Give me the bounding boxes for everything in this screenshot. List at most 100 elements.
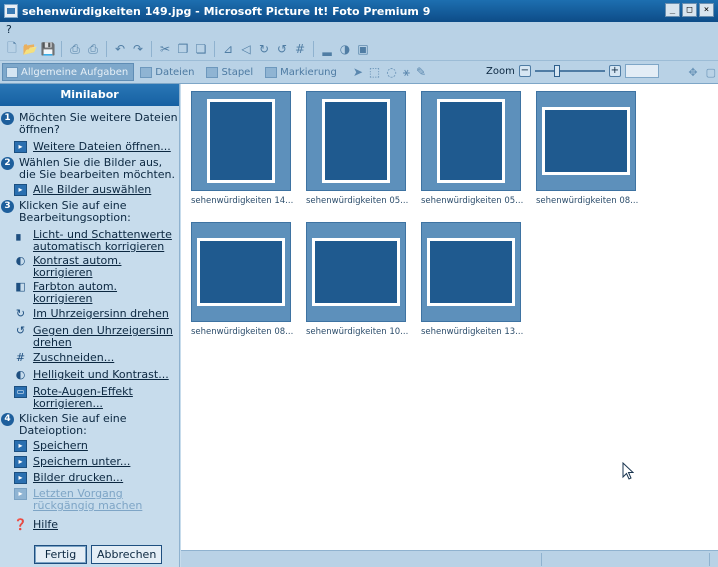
thumbnail[interactable]: sehenwürdigkeiten 10... <box>306 222 409 337</box>
photo-image <box>325 102 387 180</box>
redeye-icon: ▭ <box>14 386 27 398</box>
maximize-button[interactable]: □ <box>682 3 697 17</box>
levels-icon[interactable]: ▂ <box>319 41 335 57</box>
done-button[interactable]: Fertig <box>34 544 87 564</box>
step-4: 4 Klicken Sie auf eine Dateioption: <box>1 413 179 437</box>
close-button[interactable]: × <box>699 3 714 17</box>
thumbnail-area[interactable]: sehenwürdigkeiten 14... sehenwürdigkeite… <box>181 84 718 550</box>
step-text: Möchten Sie weitere Dateien öffnen? <box>19 111 178 136</box>
undo-icon[interactable]: ↶ <box>112 41 128 57</box>
toolbar-separator <box>214 41 215 57</box>
crop-icon[interactable]: # <box>292 41 308 57</box>
scan-icon[interactable]: ⎙ <box>67 41 83 57</box>
zoom-input[interactable] <box>624 64 659 78</box>
rotate-right-icon[interactable]: ↻ <box>256 41 272 57</box>
tab-general-tasks[interactable]: Allgemeine Aufgaben <box>2 63 135 81</box>
thumbnail[interactable]: sehenwürdigkeiten 14... <box>191 91 294 206</box>
help-icon: ❓ <box>13 518 28 531</box>
action-save-as[interactable]: ▸ Speichern unter... <box>14 456 130 468</box>
action-brightness[interactable]: ◐ Helligkeit und Kontrast... <box>14 369 169 381</box>
new-icon[interactable]: 🗋 <box>4 41 20 57</box>
thumbnail-caption: sehenwürdigkeiten 14... <box>191 196 294 206</box>
panel-footer: Fertig Abbrechen <box>0 541 180 567</box>
save-icon[interactable]: 💾 <box>40 41 56 57</box>
action-auto-contrast[interactable]: ◐ Kontrast autom. korrigieren <box>14 255 154 279</box>
rect-select-icon[interactable]: ⬚ <box>369 65 380 80</box>
copy-icon[interactable]: ❐ <box>175 41 191 57</box>
undo-icon: ▸ <box>14 488 27 500</box>
thumbnail[interactable]: sehenwürdigkeiten 08... <box>536 91 639 206</box>
action-auto-hue[interactable]: ◧ Farbton autom. korrigieren <box>14 281 144 305</box>
open-icon[interactable]: 📂 <box>22 41 38 57</box>
action-save[interactable]: ▸ Speichern <box>14 440 88 452</box>
tab-files[interactable]: Dateien <box>136 63 200 81</box>
tab-label: Allgemeine Aufgaben <box>21 66 129 78</box>
magic-wand-icon[interactable]: ⚹ <box>403 65 410 80</box>
action-rotate-ccw[interactable]: ↺ Gegen den Uhrzeigersinn drehen <box>14 325 174 349</box>
brush-icon[interactable]: ✎ <box>416 65 426 80</box>
cut-icon[interactable]: ✂ <box>157 41 173 57</box>
action-crop[interactable]: # Zuschneiden... <box>14 352 114 364</box>
action-redeye[interactable]: ▭ Rote-Augen-Effekt korrigieren... <box>14 386 164 410</box>
action-rotate-cw[interactable]: ↻ Im Uhrzeigersinn drehen <box>14 308 169 320</box>
tab-label: Dateien <box>155 66 195 78</box>
levels-icon: ▖ <box>16 228 25 241</box>
lasso-icon[interactable]: ◌ <box>386 65 396 80</box>
title-bar[interactable]: sehenwürdigkeiten 149.jpg - Microsoft Pi… <box>0 0 718 22</box>
status-divider <box>709 553 710 566</box>
zoom-slider-thumb[interactable] <box>554 65 561 77</box>
thumbnail[interactable]: sehenwürdigkeiten 05... <box>306 91 409 206</box>
rotate-ccw-icon: ↺ <box>15 324 26 337</box>
thumbnail[interactable]: sehenwürdigkeiten 05... <box>421 91 523 206</box>
crop-icon: # <box>15 351 26 364</box>
thumbnail-caption: sehenwürdigkeiten 13... <box>421 327 524 337</box>
step-2: 2 Wählen Sie die Bilder aus, die Sie bea… <box>1 157 179 181</box>
thumbnail[interactable]: sehenwürdigkeiten 08... <box>191 222 293 337</box>
rotate-cw-icon: ↻ <box>15 307 26 320</box>
flip-icon[interactable]: ⊿ <box>220 41 236 57</box>
tab-selection[interactable]: Markierung <box>261 63 343 81</box>
zoom-in-button[interactable]: + <box>608 65 621 77</box>
contrast-icon[interactable]: ◑ <box>337 41 353 57</box>
pan-icon[interactable]: ✥ <box>688 66 697 79</box>
paste-icon[interactable]: ❏ <box>193 41 209 57</box>
print-icon: ▸ <box>14 472 27 484</box>
photo-image <box>315 241 397 303</box>
menu-bar: ? <box>0 22 718 38</box>
step-number: 3 <box>1 200 14 213</box>
minimize-button[interactable]: _ <box>665 3 680 17</box>
zoom-out-button[interactable]: − <box>518 65 531 77</box>
save-as-icon: ▸ <box>14 456 27 468</box>
thumbnail-caption: sehenwürdigkeiten 08... <box>536 196 639 206</box>
brightness-icon: ◐ <box>15 368 26 381</box>
pointer-tool-icon[interactable]: ➤ <box>353 65 363 80</box>
minilabor-panel: Minilabor 1 Möchten Sie weitere Dateien … <box>0 84 180 567</box>
mouse-cursor-icon <box>622 462 634 480</box>
print-icon[interactable]: ⎙ <box>85 41 101 57</box>
action-select-all[interactable]: ▸ Alle Bilder auswählen <box>14 184 151 196</box>
action-more-files[interactable]: ▸ Weitere Dateien öffnen... <box>14 141 171 153</box>
action-print[interactable]: ▸ Bilder drucken... <box>14 472 123 484</box>
thumbnail-caption: sehenwürdigkeiten 10... <box>306 327 409 337</box>
thumbnail-caption: sehenwürdigkeiten 05... <box>306 196 409 206</box>
photo-image <box>200 241 282 303</box>
zoom-slider[interactable] <box>534 65 605 77</box>
toolbar: 🗋 📂 💾 ⎙ ⎙ ↶ ↷ ✂ ❐ ❏ ⊿ ◁ ↻ ↺ # ▂ ◑ ▣ <box>0 38 718 60</box>
rotate-left-icon[interactable]: ◁ <box>238 41 254 57</box>
action-help[interactable]: ❓ Hilfe <box>14 519 58 531</box>
tab-stack[interactable]: Stapel <box>202 63 259 81</box>
action-auto-light[interactable]: ▖ Licht- und Schattenwerte automatisch k… <box>14 229 174 253</box>
rotate-icon[interactable]: ↺ <box>274 41 290 57</box>
toolbar-separator <box>106 41 107 57</box>
toolbar-separator <box>151 41 152 57</box>
thumbnail[interactable]: sehenwürdigkeiten 13... <box>421 222 524 337</box>
fit-icon[interactable]: ▢ <box>706 66 716 79</box>
redeye-icon[interactable]: ▣ <box>355 41 371 57</box>
photo-image <box>440 102 502 180</box>
menu-item-help[interactable]: ? <box>6 23 12 36</box>
redo-icon[interactable]: ↷ <box>130 41 146 57</box>
app-icon[interactable] <box>4 4 18 18</box>
select-all-icon: ▸ <box>14 184 27 196</box>
save-icon: ▸ <box>14 440 27 452</box>
cancel-button[interactable]: Abbrechen <box>91 544 163 564</box>
